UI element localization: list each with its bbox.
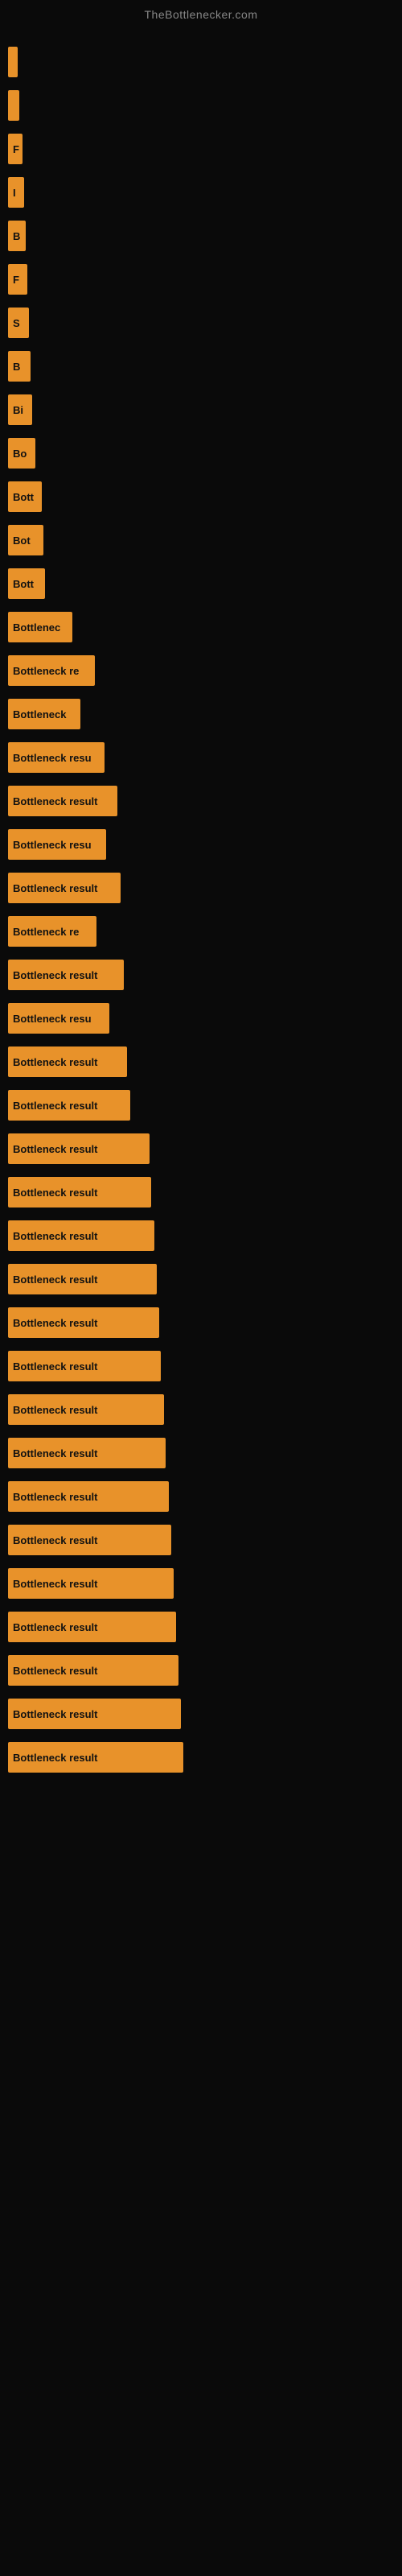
- bar-label: Bottleneck result: [8, 1655, 178, 1686]
- bar-row: Bottleneck result: [8, 1258, 402, 1300]
- bar-label: I: [8, 177, 24, 208]
- bar-label: Bottleneck result: [8, 1220, 154, 1251]
- bar-row: [8, 41, 402, 83]
- bar-label: Bottleneck result: [8, 1264, 157, 1294]
- bar-row: Bottleneck result: [8, 867, 402, 909]
- bar-row: I: [8, 171, 402, 213]
- bar-label: Bottleneck result: [8, 1133, 150, 1164]
- bar-row: Bottleneck result: [8, 1519, 402, 1561]
- bar-row: Bottleneck result: [8, 1302, 402, 1344]
- bar-label: Bottleneck result: [8, 1481, 169, 1512]
- bar-row: Bottleneck resu: [8, 997, 402, 1039]
- bar-row: Bottleneck result: [8, 1345, 402, 1387]
- bar-row: Bottleneck result: [8, 954, 402, 996]
- bar-label: Bottleneck result: [8, 873, 121, 903]
- bar-row: Bottleneck result: [8, 1563, 402, 1604]
- bar-label: S: [8, 308, 29, 338]
- bar-row: Bottleneck re: [8, 650, 402, 691]
- bar-row: Bottleneck re: [8, 910, 402, 952]
- bar-label: Bot: [8, 525, 43, 555]
- bar-row: Bott: [8, 476, 402, 518]
- bar-row: F: [8, 258, 402, 300]
- bar-row: Bottleneck: [8, 693, 402, 735]
- bar-row: Bottleneck result: [8, 1215, 402, 1257]
- bar-label: Bottleneck result: [8, 1612, 176, 1642]
- bar-label: [8, 47, 18, 77]
- bar-label: Bottleneck resu: [8, 829, 106, 860]
- bar-label: Bottleneck result: [8, 1307, 159, 1338]
- bar-label: Bottleneck re: [8, 916, 96, 947]
- bar-label: Bottleneck result: [8, 1568, 174, 1599]
- bar-label: Bottleneck: [8, 699, 80, 729]
- bar-row: [8, 85, 402, 126]
- bar-row: Bottleneck result: [8, 1606, 402, 1648]
- bar-label: Bottleneck result: [8, 1742, 183, 1773]
- bar-label: Bott: [8, 568, 45, 599]
- bar-row: Bottleneck result: [8, 1476, 402, 1517]
- bar-label: F: [8, 134, 23, 164]
- bar-label: Bottleneck result: [8, 960, 124, 990]
- bar-label: Bi: [8, 394, 32, 425]
- bar-label: B: [8, 221, 26, 251]
- bar-label: [8, 90, 19, 121]
- bar-row: Bottleneck result: [8, 1693, 402, 1735]
- site-title-text: TheBottlenecker.com: [0, 0, 402, 25]
- bar-label: Bottleneck result: [8, 1177, 151, 1208]
- bar-row: Bottleneck result: [8, 1171, 402, 1213]
- bar-row: Bottleneck resu: [8, 737, 402, 778]
- bar-label: Bottleneck result: [8, 1394, 164, 1425]
- bar-row: Bottlenec: [8, 606, 402, 648]
- bar-row: Bottleneck result: [8, 780, 402, 822]
- bar-row: Bottleneck result: [8, 1084, 402, 1126]
- bar-row: Bottleneck result: [8, 1128, 402, 1170]
- bar-label: Bottleneck result: [8, 1090, 130, 1121]
- bars-container: FIBFSBBiBoBottBotBottBottlenecBottleneck…: [0, 25, 402, 1796]
- bar-row: B: [8, 345, 402, 387]
- bar-label: Bott: [8, 481, 42, 512]
- bar-label: Bottleneck result: [8, 1525, 171, 1555]
- bar-label: B: [8, 351, 31, 382]
- bar-row: Bot: [8, 519, 402, 561]
- bar-row: Bottleneck result: [8, 1389, 402, 1430]
- bar-row: Bottleneck result: [8, 1041, 402, 1083]
- bar-label: Bottleneck resu: [8, 1003, 109, 1034]
- bar-row: Bo: [8, 432, 402, 474]
- bar-row: S: [8, 302, 402, 344]
- bar-row: Bi: [8, 389, 402, 431]
- bar-label: Bottleneck result: [8, 1351, 161, 1381]
- bar-row: B: [8, 215, 402, 257]
- bar-row: Bottleneck result: [8, 1736, 402, 1778]
- bar-row: Bottleneck result: [8, 1432, 402, 1474]
- bar-label: Bottleneck resu: [8, 742, 105, 773]
- bar-label: Bo: [8, 438, 35, 469]
- bar-label: Bottleneck result: [8, 1699, 181, 1729]
- bar-label: Bottleneck result: [8, 786, 117, 816]
- bar-label: F: [8, 264, 27, 295]
- bar-label: Bottleneck result: [8, 1438, 166, 1468]
- bar-row: Bottleneck result: [8, 1649, 402, 1691]
- bar-label: Bottleneck result: [8, 1046, 127, 1077]
- bar-label: Bottlenec: [8, 612, 72, 642]
- bar-row: Bott: [8, 563, 402, 605]
- bar-row: F: [8, 128, 402, 170]
- bar-row: Bottleneck resu: [8, 824, 402, 865]
- bar-label: Bottleneck re: [8, 655, 95, 686]
